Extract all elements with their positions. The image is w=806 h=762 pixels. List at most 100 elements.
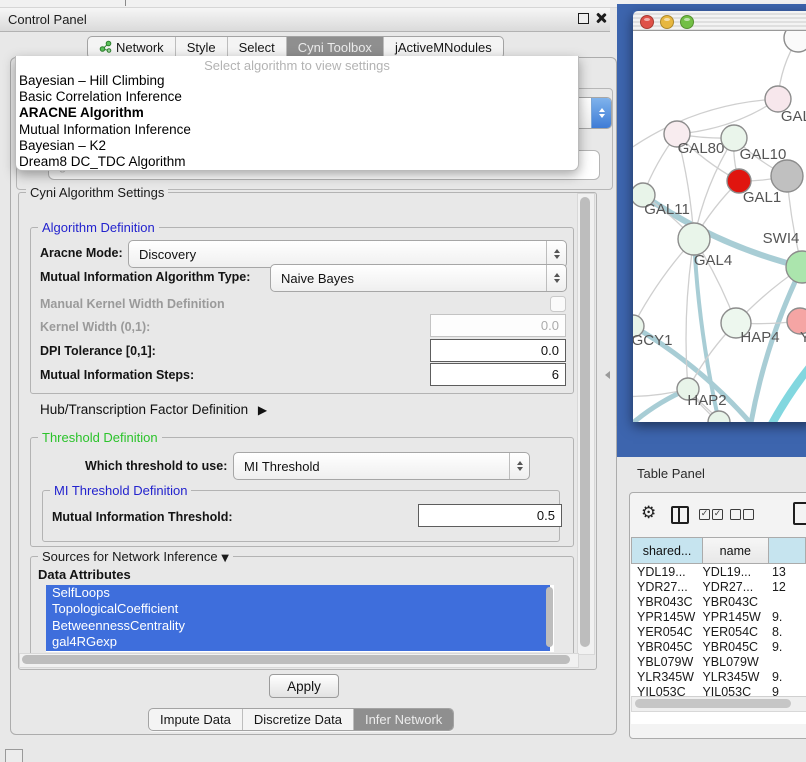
node-label: GAL80: [678, 140, 725, 157]
node-label: GAL11: [644, 201, 690, 218]
table-row[interactable]: YPR145WYPR145W9.: [631, 609, 806, 624]
network-canvas[interactable]: GAL7GAL80GAL10GAL1GAL11GAL4SWI4GCY1HAP4Y…: [633, 31, 806, 422]
dropdown-item[interactable]: Dream8 DC_TDC Algorithm: [16, 154, 578, 170]
tab-label: Style: [187, 40, 216, 55]
tab-network[interactable]: Network: [88, 37, 175, 58]
manual-kernel-checkbox[interactable]: [550, 296, 566, 312]
table-hscrollbar-thumb[interactable]: [635, 699, 791, 708]
attribute-list-item[interactable]: SelfLoops: [46, 585, 550, 601]
table-cell: 9.: [762, 670, 806, 684]
kernel-width-label: Kernel Width (0,1):: [40, 320, 150, 334]
combo-stepper-icon: [509, 453, 529, 479]
table-cell: 9.: [762, 640, 806, 654]
tab-impute-data[interactable]: Impute Data: [149, 709, 242, 730]
table-row[interactable]: YER054CYER054C8.: [631, 624, 806, 639]
tab-cyni-toolbox[interactable]: Cyni Toolbox: [286, 37, 383, 58]
application-window: Control Panel Network Style SelectCyni Too…: [0, 0, 806, 762]
document-icon[interactable]: [793, 502, 806, 525]
column-header[interactable]: name: [703, 537, 768, 564]
network-node[interactable]: [784, 31, 806, 52]
group-title: MI Threshold Definition: [50, 483, 191, 498]
zoom-traffic-light-icon[interactable]: [680, 15, 694, 29]
table-cell: YLR345W: [702, 670, 762, 684]
table-row[interactable]: YBL079WYBL079W: [631, 655, 806, 670]
split-view-icon[interactable]: [671, 506, 689, 524]
tab-style[interactable]: Style: [175, 37, 227, 58]
table-row[interactable]: YDL19...YDL19...13: [631, 564, 806, 579]
collapse-panel-arrow-icon[interactable]: [605, 371, 610, 379]
dropdown-item[interactable]: Bayesian – K2: [16, 138, 578, 154]
table-row[interactable]: YBR043CYBR043C: [631, 594, 806, 609]
table-cell: YBL079W: [631, 655, 702, 669]
combo-stepper-icon: [546, 265, 566, 291]
settings-hscrollbar-thumb[interactable]: [22, 655, 570, 664]
table-cell: YDL19...: [631, 565, 702, 579]
network-window: GAL7GAL80GAL10GAL1GAL11GAL4SWI4GCY1HAP4Y…: [633, 11, 806, 422]
tab-jactivemnodules[interactable]: jActiveMNodules: [383, 37, 503, 58]
table-hscrollbar[interactable]: [631, 696, 806, 712]
table-panel-title: Table Panel: [637, 466, 705, 481]
table-header[interactable]: shared...name: [631, 537, 806, 564]
table-row[interactable]: YLR345WYLR345W9.: [631, 670, 806, 685]
network-node-swi4[interactable]: [786, 251, 806, 283]
table-row[interactable]: YDR27...YDR27...12: [631, 579, 806, 594]
unchecked-box-icon[interactable]: [743, 509, 754, 520]
network-graph: GAL7GAL80GAL10GAL1GAL11GAL4SWI4GCY1HAP4Y…: [633, 31, 806, 422]
network-window-titlebar[interactable]: [633, 11, 806, 31]
dpi-tolerance-field[interactable]: 0.0: [430, 339, 566, 362]
table-row[interactable]: YBR045CYBR045C9.: [631, 639, 806, 654]
attribute-list-item[interactable]: gal4RGexp: [46, 634, 550, 650]
aracne-mode-label: Aracne Mode:: [40, 246, 123, 260]
table-cell: YBL079W: [702, 655, 762, 669]
close-traffic-light-icon[interactable]: [640, 15, 654, 29]
dropdown-item[interactable]: Bayesian – Hill Climbing: [16, 73, 578, 89]
node-label: SWI4: [763, 230, 800, 247]
tab-discretize-data[interactable]: Discretize Data: [242, 709, 353, 730]
dropdown-item[interactable]: Mutual Information Inference: [16, 122, 578, 138]
network-node[interactable]: [771, 160, 803, 192]
checked-box-icon[interactable]: ✓: [712, 509, 723, 520]
apply-button[interactable]: Apply: [269, 674, 339, 698]
settings-vscrollbar-thumb[interactable]: [580, 197, 590, 647]
mi-steps-field[interactable]: 6: [430, 363, 566, 386]
data-attributes-list[interactable]: SelfLoopsTopologicalCoefficientBetweenne…: [46, 585, 554, 652]
attribute-list-item[interactable]: BetweennessCentrality: [46, 618, 550, 634]
list-scrollbar[interactable]: [546, 587, 553, 647]
mi-threshold-label: Mutual Information Threshold:: [52, 510, 233, 524]
dropdown-item[interactable]: Basic Correlation Inference: [16, 89, 578, 105]
collapse-arrow-icon: ▼: [221, 553, 229, 564]
node-label: HAP2: [687, 392, 726, 409]
table-cell: YER054C: [631, 625, 702, 639]
network-node-gal4[interactable]: [678, 223, 710, 255]
unchecked-box-icon[interactable]: [730, 509, 741, 520]
table-cell: 12: [762, 580, 806, 594]
mi-algorithm-type-combo[interactable]: Naive Bayes: [270, 264, 567, 292]
node-label: GAL10: [740, 146, 787, 163]
which-threshold-combo[interactable]: MI Threshold: [233, 452, 530, 480]
mi-threshold-field[interactable]: 0.5: [418, 504, 562, 527]
panel-dock-icon[interactable]: [5, 749, 23, 762]
tab-select[interactable]: Select: [227, 37, 286, 58]
hub-definition-expander[interactable]: Hub/Transcription Factor Definition ▶: [40, 402, 267, 417]
float-window-icon[interactable]: [578, 13, 589, 24]
algorithm-dropdown-popup: Select algorithm to view settings Bayesi…: [15, 56, 579, 171]
group-title: Algorithm Definition: [38, 220, 159, 235]
close-icon[interactable]: [595, 12, 607, 24]
kernel-width-field[interactable]: 0.0: [430, 314, 566, 337]
node-label: GAL7: [781, 108, 806, 125]
dropdown-item[interactable]: ARACNE Algorithm: [16, 105, 578, 121]
checked-box-icon[interactable]: ✓: [699, 509, 710, 520]
column-header[interactable]: [769, 537, 806, 564]
mi-steps-label: Mutual Information Steps:: [40, 368, 194, 382]
gear-icon[interactable]: ⚙: [641, 503, 656, 523]
minimize-traffic-light-icon[interactable]: [660, 15, 674, 29]
network-edge[interactable]: [764, 357, 806, 422]
column-header[interactable]: shared...: [631, 537, 703, 564]
table-cell: YBR043C: [631, 595, 702, 609]
table-cell: YDL19...: [702, 565, 762, 579]
tab-infer-network[interactable]: Infer Network: [353, 709, 453, 730]
panel-title: Control Panel: [8, 12, 87, 27]
table-cell: 8.: [762, 625, 806, 639]
node-label: GAL4: [694, 252, 732, 269]
attribute-list-item[interactable]: TopologicalCoefficient: [46, 601, 550, 617]
